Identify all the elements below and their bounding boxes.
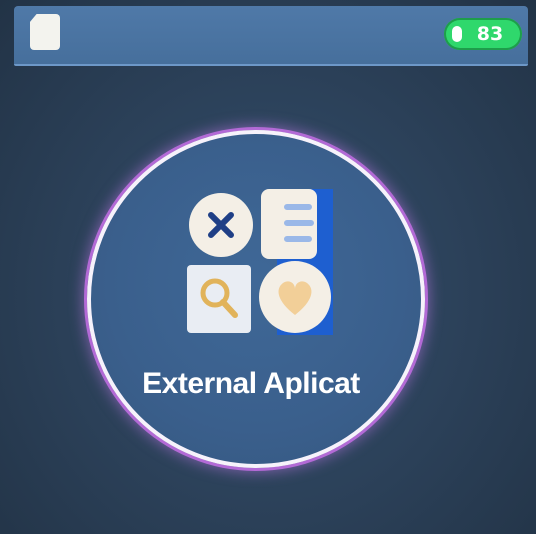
app-label-text: External Aplicat <box>142 367 360 400</box>
battery-icon <box>452 26 462 42</box>
search-card <box>187 265 251 333</box>
sim-card-icon <box>30 14 60 50</box>
app-label: External Aplicat <box>140 362 376 406</box>
watch-screen: 83 External Aplicat <box>0 0 536 534</box>
apps-grid-icon <box>187 189 333 335</box>
